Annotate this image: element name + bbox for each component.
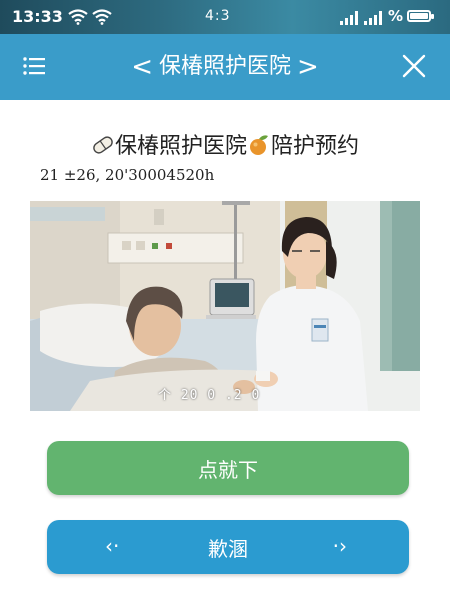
wifi-icon [68, 9, 88, 29]
battery-icon [407, 10, 434, 22]
battery-percent: % [388, 7, 404, 25]
chevron-left-icon: ‹· [105, 534, 120, 558]
nav-title-group: < 保椿照护医院 > [130, 34, 320, 100]
battery-level [410, 13, 428, 19]
primary-button[interactable]: 点就下 [47, 441, 409, 495]
nav-bar: < 保椿照护医院 > [0, 34, 450, 100]
appointment-info: 21 ±26, 20'30004520h [40, 166, 215, 184]
pill-icon [91, 134, 115, 162]
signal-icon [340, 10, 360, 29]
secondary-button-label: 歉溷 [208, 536, 248, 561]
secondary-button[interactable]: ‹· 歉溷 ·› [47, 520, 409, 574]
status-bar: 13:33 4:3 % [0, 0, 450, 34]
chevron-right-icon: ·› [332, 534, 347, 558]
caregiver-photo: 个 20 0 .2 0 [30, 201, 420, 411]
chevron-left-icon[interactable]: < [125, 34, 159, 100]
chevron-right-icon[interactable]: > [291, 34, 325, 100]
page-heading: 保椿照护医院 陪护预约 [0, 128, 450, 162]
menu-icon[interactable] [22, 54, 46, 78]
status-time: 13:33 [12, 7, 63, 26]
wifi-icon [92, 9, 112, 29]
close-icon[interactable] [402, 54, 426, 78]
signal-icon [364, 10, 384, 29]
photo-timestamp: 个 20 0 .2 0 [158, 388, 261, 403]
status-center-text: 4:3 [205, 8, 231, 24]
primary-button-label: 点就下 [198, 457, 258, 482]
nav-title: 保椿照护医院 [159, 54, 292, 79]
heading-suffix: 陪护预约 [271, 134, 360, 159]
heading-hospital-name: 保椿照护医院 [114, 134, 247, 159]
fruit-icon [247, 134, 271, 162]
